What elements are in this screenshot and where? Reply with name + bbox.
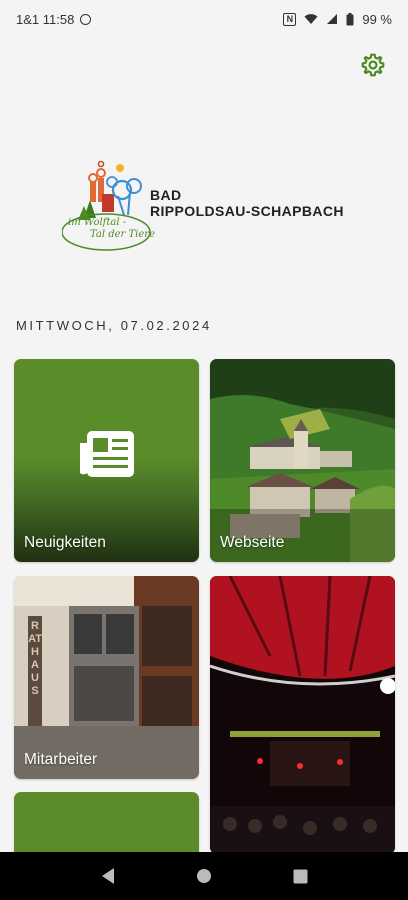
- brand-line2: RIPPOLDSAU-SCHAPBACH: [150, 203, 344, 219]
- recents-button[interactable]: [288, 864, 312, 888]
- logo-script-line1: im Wolftal -: [68, 217, 127, 228]
- website-tile-label: Webseite: [220, 534, 285, 551]
- concert-photo: [210, 576, 395, 854]
- wifi-icon: [304, 13, 318, 25]
- back-button[interactable]: [96, 864, 120, 888]
- brand-line1: BAD: [150, 187, 182, 203]
- townhall-sign: RATHAUS: [28, 620, 42, 697]
- system-nav-bar: [0, 852, 408, 900]
- status-bar: 1&1 11:58 N 99 %: [0, 0, 408, 38]
- back-icon: [102, 868, 114, 884]
- home-icon: [197, 869, 211, 883]
- status-right: N 99 %: [283, 12, 392, 27]
- newspaper-icon: [80, 431, 134, 477]
- event-tile[interactable]: [210, 576, 395, 854]
- settings-button[interactable]: [360, 52, 386, 78]
- home-button[interactable]: [192, 864, 216, 888]
- status-left: 1&1 11:58: [16, 11, 92, 27]
- news-tile[interactable]: Neuigkeiten: [14, 359, 199, 562]
- news-tile-label: Neuigkeiten: [24, 534, 106, 551]
- staff-tile-label: Mitarbeiter: [24, 751, 98, 768]
- logo-script-line2: Tal der Tiere: [90, 229, 155, 240]
- gear-icon: [361, 53, 385, 77]
- staff-tile[interactable]: RATHAUS Mitarbeiter: [14, 576, 199, 779]
- recents-icon: [293, 869, 307, 883]
- valley-photo: [210, 359, 395, 562]
- website-tile[interactable]: Webseite: [210, 359, 395, 562]
- brand-name: BAD RIPPOLDSAU-SCHAPBACH: [150, 187, 344, 219]
- battery-percent: 99 %: [362, 11, 392, 27]
- date-label: MITTWOCH, 07.02.2024: [16, 318, 212, 333]
- signal-icon: [326, 13, 338, 25]
- nfc-icon: N: [283, 12, 297, 26]
- battery-icon: [346, 12, 354, 26]
- dnd-icon: [80, 13, 92, 25]
- carrier-time: 1&1 11:58: [16, 11, 75, 27]
- municipality-logo: im Wolftal - Tal der Tiere: [61, 160, 162, 256]
